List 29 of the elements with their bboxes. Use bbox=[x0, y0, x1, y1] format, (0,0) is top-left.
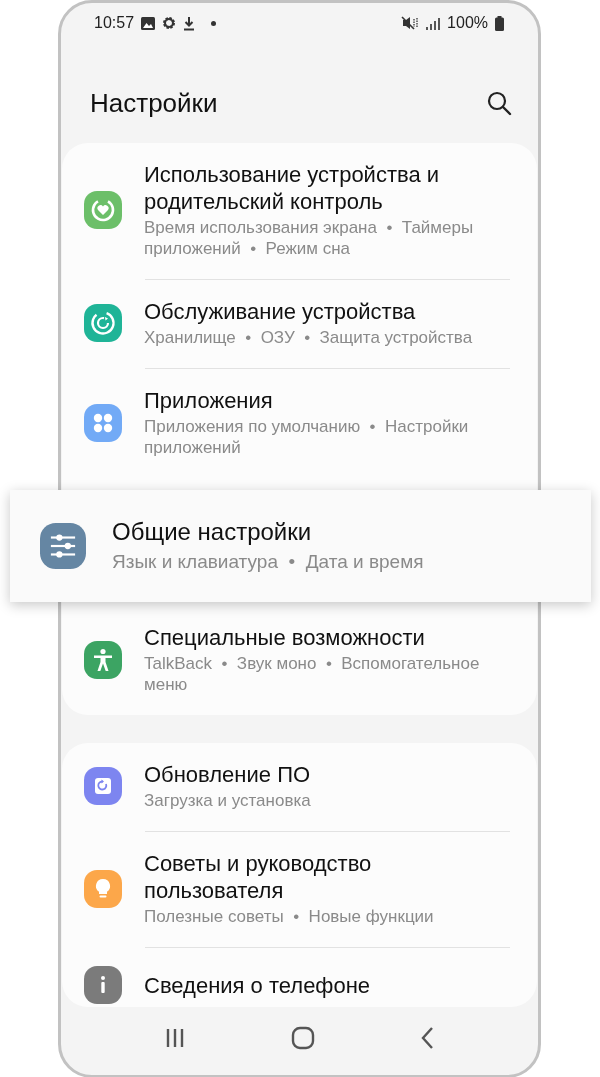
item-title[interactable]: Обслуживание устройства bbox=[144, 298, 511, 325]
search-icon[interactable] bbox=[486, 90, 512, 116]
item-subtitle: Приложения по умолчанию • Настройки приложений bbox=[144, 416, 470, 458]
item-subtitle: Время использования экрана • Таймеры приложений • Режим сна bbox=[144, 217, 475, 259]
download-icon bbox=[183, 15, 196, 31]
item-title[interactable]: Сведения о телефоне bbox=[144, 971, 511, 999]
battery-icon bbox=[495, 15, 504, 31]
back-icon[interactable] bbox=[419, 1026, 436, 1050]
item-title[interactable]: Использование устройства и родительский контроль bbox=[144, 161, 511, 215]
item-card[interactable]: Общие настройки Язык и клавиатура • Дата и время bbox=[10, 490, 591, 602]
home-icon[interactable] bbox=[290, 1026, 315, 1050]
item-title[interactable]: Приложения bbox=[144, 387, 511, 414]
item-subtitle: Язык и клавиатура • Дата и время bbox=[112, 550, 425, 574]
image-icon bbox=[141, 16, 156, 30]
item-subtitle: Хранилище • ОЗУ • Защита устройства bbox=[144, 327, 474, 348]
item-subtitle: TalkBack • Звук моно • Вспомогательное меню bbox=[144, 653, 481, 695]
mute-icon bbox=[401, 16, 420, 30]
item-subtitle: Загрузка и установка bbox=[144, 790, 312, 811]
item-title[interactable]: Обновление ПО bbox=[144, 761, 511, 788]
settings-icon bbox=[162, 16, 177, 30]
page-title: Настройки bbox=[90, 87, 218, 119]
item-title[interactable]: Специальные возможности bbox=[144, 624, 511, 651]
dot-icon bbox=[211, 20, 217, 26]
item-title: Общие настройки bbox=[112, 517, 313, 547]
battery-percent: 100% bbox=[447, 14, 488, 32]
status-time: 10:57 bbox=[94, 14, 135, 32]
item-title[interactable]: Советы и руководство пользователя bbox=[144, 850, 511, 904]
item-subtitle: Полезные советы • Новые функции bbox=[144, 906, 435, 927]
signal-icon bbox=[426, 16, 441, 30]
